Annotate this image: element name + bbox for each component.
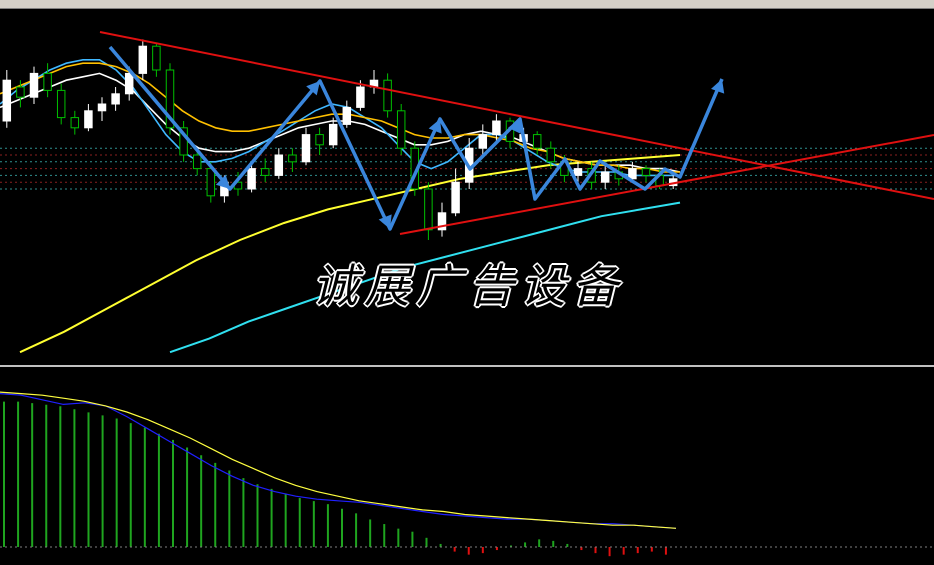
candle-body xyxy=(97,103,107,112)
upper-trendline xyxy=(99,31,934,200)
candle-body xyxy=(288,154,297,163)
candlesticks xyxy=(2,39,678,240)
macd-line xyxy=(0,393,677,529)
candle-body xyxy=(152,45,161,71)
candle-body xyxy=(396,110,406,149)
candle-body xyxy=(192,154,202,170)
candle-body xyxy=(641,168,651,176)
candle-body xyxy=(260,168,270,176)
candle-body xyxy=(532,134,542,149)
candle-body xyxy=(124,72,134,95)
candle-body xyxy=(206,168,216,197)
candle-body xyxy=(328,123,338,146)
candle-body xyxy=(546,147,556,163)
candle-body xyxy=(56,89,66,119)
candle-body xyxy=(2,79,12,122)
macd-histogram xyxy=(3,401,667,557)
macd-line xyxy=(0,391,677,529)
candle-body xyxy=(478,134,488,149)
candle-body xyxy=(301,134,311,163)
candle-body xyxy=(342,106,352,125)
candle-body xyxy=(573,168,583,176)
lower-trendline xyxy=(399,134,934,235)
candle-body xyxy=(138,45,148,74)
candle-body xyxy=(383,79,392,112)
candle-body xyxy=(84,110,93,129)
candle-body xyxy=(600,171,610,183)
candle-body xyxy=(315,134,324,146)
triangle-trendlines xyxy=(99,31,934,235)
candle-body xyxy=(247,168,256,190)
candle-body xyxy=(43,72,52,91)
candle-body xyxy=(628,168,637,180)
candle-body xyxy=(70,117,80,129)
watermark-text: 诚展广告设备 xyxy=(312,259,624,313)
candle-body xyxy=(492,120,501,136)
candle-body xyxy=(356,86,365,108)
candle-body xyxy=(424,188,433,231)
candle-body xyxy=(274,154,284,176)
macd-lines xyxy=(0,391,677,529)
candle-body xyxy=(111,93,120,105)
toolbar-strip xyxy=(0,0,934,9)
candle-body xyxy=(16,86,25,98)
candle-body xyxy=(451,181,460,214)
candle-body xyxy=(29,72,39,98)
